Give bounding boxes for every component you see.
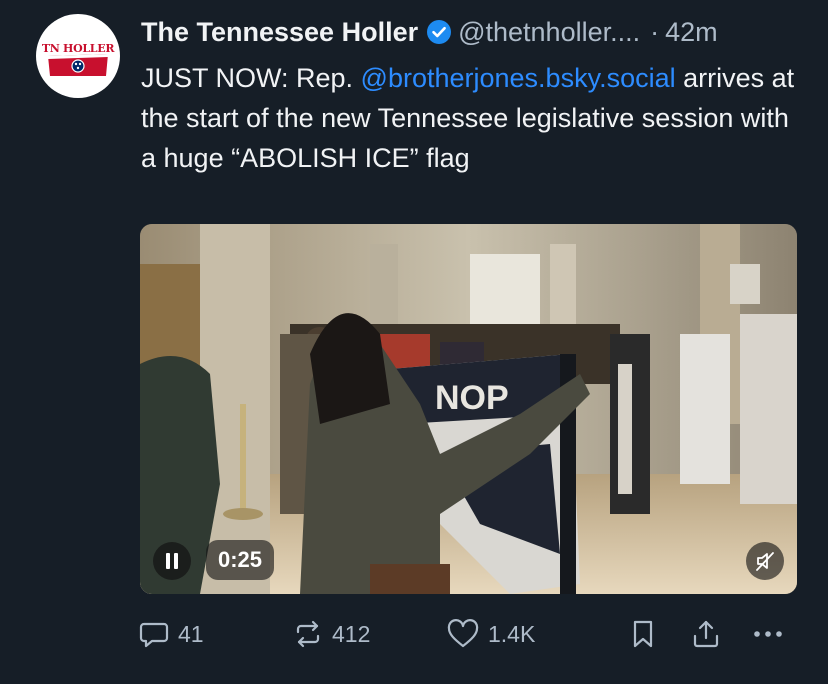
verified-check-icon[interactable] — [426, 19, 452, 45]
reply-button[interactable]: 41 — [138, 614, 204, 654]
bookmark-icon — [633, 620, 653, 648]
share-button[interactable] — [690, 614, 722, 654]
repost-button[interactable]: 412 — [292, 614, 370, 654]
mute-button[interactable] — [746, 542, 784, 580]
mention-link[interactable]: @brotherjones.bsky.social — [361, 63, 676, 93]
heart-icon — [447, 619, 479, 648]
avatar[interactable]: TN HOLLER — [36, 14, 120, 98]
video-banner-text: NOP — [435, 379, 509, 417]
author-handle[interactable]: @thetnholler.... — [458, 14, 640, 50]
pause-icon — [166, 553, 178, 569]
tennessee-flag-icon — [48, 54, 108, 76]
video-frame: NOP — [140, 224, 797, 594]
speaker-muted-icon — [756, 552, 774, 571]
like-count: 1.4K — [488, 620, 536, 647]
more-options-button[interactable] — [750, 614, 786, 654]
like-button[interactable]: 1.4K — [446, 614, 535, 654]
post-text: JUST NOW: Rep. @brotherjones.bsky.social… — [141, 58, 801, 178]
author-display-name[interactable]: The Tennessee Holler — [141, 14, 418, 50]
post-header: The Tennessee Holler @thetnholler.... · … — [141, 14, 811, 50]
time-separator: · — [650, 17, 660, 47]
video-player[interactable]: NOP 0:25 — [140, 224, 797, 594]
repost-count: 412 — [332, 620, 371, 647]
reply-icon — [139, 622, 169, 648]
video-elapsed-time: 0:25 — [206, 540, 275, 580]
post-actions: 41 412 1.4K — [138, 614, 798, 654]
pause-button[interactable] — [153, 542, 191, 580]
more-dots-icon — [754, 631, 782, 637]
bookmark-button[interactable] — [628, 614, 658, 654]
share-icon — [693, 620, 719, 648]
post[interactable]: TN HOLLER The Tennessee Holler @thetnhol… — [0, 0, 828, 684]
reply-count: 41 — [178, 620, 204, 647]
post-timestamp[interactable]: 42m — [665, 14, 718, 50]
post-text-intro: JUST NOW: Rep. — [141, 63, 361, 93]
repost-icon — [296, 620, 320, 648]
